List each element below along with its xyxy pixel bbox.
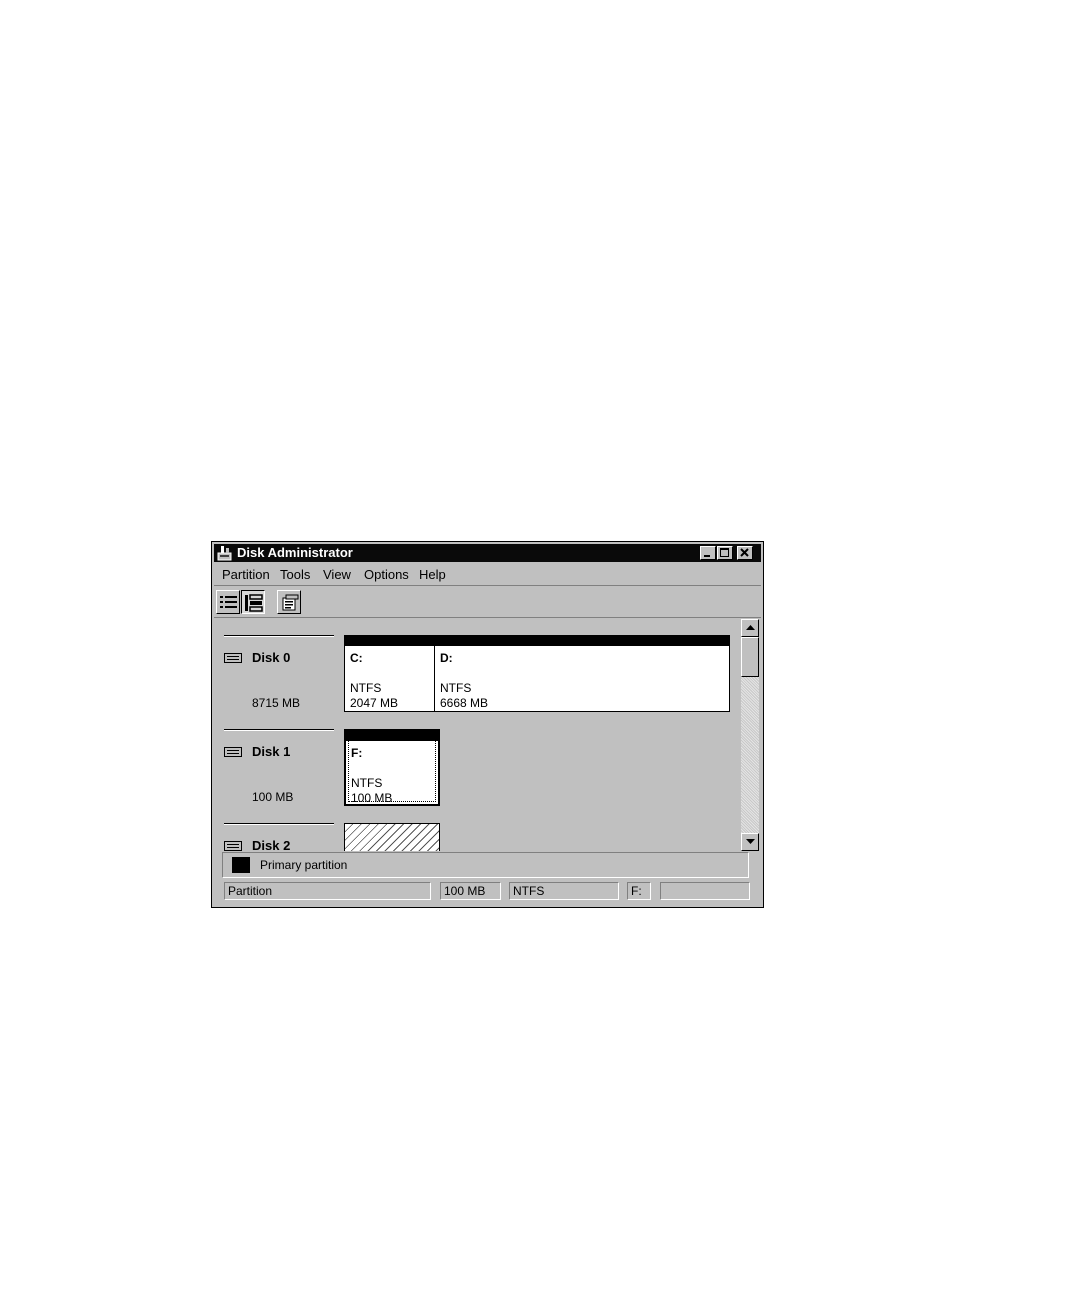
primary-partition-bar xyxy=(345,636,434,646)
unpartitioned-space[interactable] xyxy=(344,823,440,851)
hard-disk-icon xyxy=(224,653,242,663)
disk-name: Disk 1 xyxy=(252,744,291,759)
primary-partition-bar xyxy=(435,636,729,646)
partition-filesystem: NTFS xyxy=(350,681,382,695)
disk-separator xyxy=(224,635,334,637)
disk-size: 8715 MB xyxy=(252,696,301,710)
properties-icon xyxy=(282,594,299,611)
legend: Primary partition xyxy=(222,852,749,878)
partition-f[interactable]: F: NTFS 100 MB xyxy=(344,729,440,806)
volumes-view-icon xyxy=(220,596,237,608)
partition-filesystem: NTFS xyxy=(440,681,472,695)
partition-letter: D: xyxy=(440,651,453,665)
disk-size: 100 MB xyxy=(252,790,294,804)
minimize-button[interactable] xyxy=(700,546,716,560)
maximize-button[interactable] xyxy=(717,546,733,560)
menu-partition[interactable]: Partition xyxy=(222,567,270,582)
partition-c[interactable]: C: NTFS 2047 MB xyxy=(344,635,435,712)
disk-administrator-app-icon[interactable] xyxy=(217,545,233,561)
status-filesystem: NTFS xyxy=(509,882,619,900)
disk-separator xyxy=(224,729,334,731)
close-icon xyxy=(740,548,749,557)
disk-row[interactable]: Disk 1 100 MB F: NTFS 100 MB xyxy=(214,729,741,823)
partition-size: 100 MB xyxy=(351,791,393,805)
window-title: Disk Administrator xyxy=(237,545,353,560)
partition-filesystem: NTFS xyxy=(351,776,383,790)
disk-row[interactable]: Disk 2 xyxy=(214,823,741,851)
hard-disk-icon xyxy=(224,747,242,757)
vertical-scrollbar[interactable] xyxy=(741,619,759,851)
partition-letter: C: xyxy=(350,651,363,665)
menu-bar: Partition Tools View Options Help xyxy=(214,563,761,586)
title-bar[interactable]: Disk Administrator xyxy=(214,544,761,562)
scroll-thumb[interactable] xyxy=(741,637,759,677)
close-button[interactable] xyxy=(737,546,753,560)
arrow-down-icon xyxy=(746,839,755,844)
properties-button[interactable] xyxy=(277,590,301,614)
menu-help[interactable]: Help xyxy=(419,567,446,582)
maximize-icon xyxy=(720,548,729,557)
scroll-up-button[interactable] xyxy=(741,619,759,637)
status-size: 100 MB xyxy=(440,882,501,900)
status-extra xyxy=(660,882,750,900)
disk-name: Disk 2 xyxy=(252,838,291,851)
disk-configuration-view[interactable]: Disk 0 8715 MB C: NTFS 2047 MB D: NTFS 6… xyxy=(214,619,741,851)
disk-configuration-view-button[interactable] xyxy=(241,590,265,614)
legend-label: Primary partition xyxy=(260,858,348,872)
disk-separator xyxy=(224,823,334,825)
primary-partition-bar xyxy=(346,731,438,741)
menu-tools[interactable]: Tools xyxy=(280,567,310,582)
minimize-icon xyxy=(704,555,710,557)
volumes-view-button[interactable] xyxy=(216,590,240,614)
disk-row[interactable]: Disk 0 8715 MB C: NTFS 2047 MB D: NTFS 6… xyxy=(214,635,741,729)
menu-view[interactable]: View xyxy=(323,567,351,582)
disk-name: Disk 0 xyxy=(252,650,291,665)
scroll-down-button[interactable] xyxy=(741,833,759,851)
status-drive-letter: F: xyxy=(627,882,651,900)
partition-size: 2047 MB xyxy=(350,696,399,710)
menu-options[interactable]: Options xyxy=(364,567,409,582)
partition-d[interactable]: D: NTFS 6668 MB xyxy=(434,635,730,712)
partition-size: 6668 MB xyxy=(440,696,489,710)
status-type: Partition xyxy=(224,882,431,900)
arrow-up-icon xyxy=(746,625,755,630)
hard-disk-icon xyxy=(224,841,242,851)
primary-partition-swatch xyxy=(232,857,250,873)
partition-letter: F: xyxy=(351,746,363,760)
toolbar xyxy=(214,587,761,618)
disk-configuration-view-icon xyxy=(245,594,263,612)
disk-administrator-window: Disk Administrator Partition Tools View … xyxy=(211,541,764,908)
